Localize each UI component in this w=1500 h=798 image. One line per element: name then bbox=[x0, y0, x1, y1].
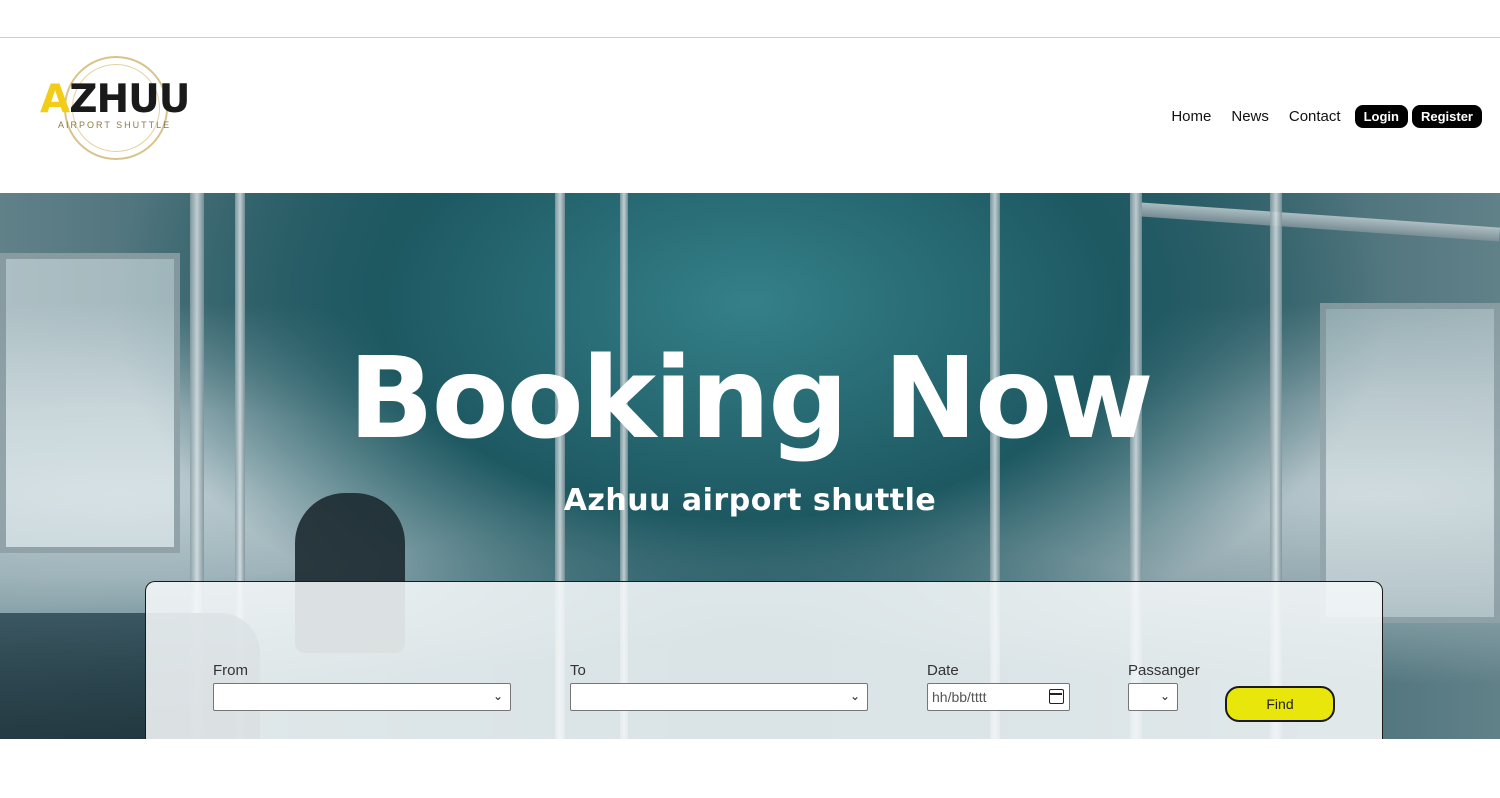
nav-contact-link[interactable]: Contact bbox=[1289, 108, 1341, 125]
logo-tagline: AIRPORT SHUTTLE bbox=[58, 120, 172, 130]
chevron-down-icon: ⌄ bbox=[849, 689, 860, 703]
register-button[interactable]: Register bbox=[1411, 105, 1482, 128]
site-header: AZHUU AIRPORT SHUTTLE Home News Contact … bbox=[0, 38, 1500, 193]
nav-news-link[interactable]: News bbox=[1231, 108, 1269, 125]
passenger-label: Passanger bbox=[1128, 662, 1200, 679]
booking-form: From ⌄ To ⌄ Date hh/bb/tttt Passanger ⌄ … bbox=[145, 581, 1383, 739]
hero-title: Booking Now bbox=[348, 334, 1153, 464]
date-input[interactable]: hh/bb/tttt bbox=[927, 683, 1070, 711]
from-label: From bbox=[213, 662, 248, 679]
logo[interactable]: AZHUU AIRPORT SHUTTLE bbox=[38, 54, 193, 164]
date-placeholder: hh/bb/tttt bbox=[932, 689, 987, 705]
chevron-down-icon: ⌄ bbox=[492, 689, 503, 703]
to-select[interactable]: ⌄ bbox=[570, 683, 868, 711]
to-label: To bbox=[570, 662, 586, 679]
to-field: To ⌄ bbox=[570, 662, 868, 711]
from-select[interactable]: ⌄ bbox=[213, 683, 511, 711]
chevron-down-icon: ⌄ bbox=[1159, 689, 1170, 703]
passenger-select[interactable]: ⌄ bbox=[1128, 683, 1178, 711]
logo-letters: ZHUU bbox=[69, 77, 190, 122]
passenger-field: Passanger ⌄ bbox=[1128, 662, 1200, 711]
calendar-icon[interactable] bbox=[1049, 689, 1064, 704]
logo-wordmark: AZHUU bbox=[40, 77, 190, 122]
logo-letter-a: A bbox=[40, 77, 70, 122]
date-field: Date hh/bb/tttt bbox=[927, 662, 1070, 711]
main-nav: Home News Contact Login Register bbox=[1171, 105, 1482, 128]
login-button[interactable]: Login bbox=[1354, 105, 1408, 128]
hero-subtitle: Azhuu airport shuttle bbox=[563, 483, 937, 518]
find-button[interactable]: Find bbox=[1225, 686, 1335, 722]
nav-home-link[interactable]: Home bbox=[1171, 108, 1211, 125]
grab-rail bbox=[1139, 202, 1500, 242]
date-label: Date bbox=[927, 662, 959, 679]
browser-top-strip bbox=[0, 0, 1500, 38]
from-field: From ⌄ bbox=[213, 662, 511, 711]
